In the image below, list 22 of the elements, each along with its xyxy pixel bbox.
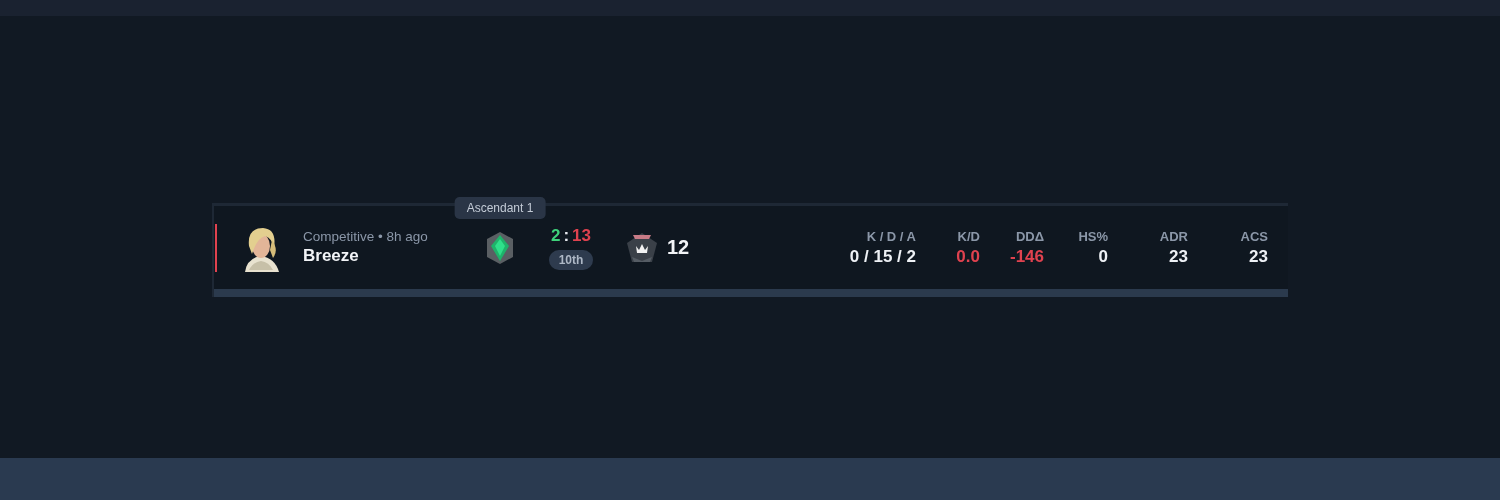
stat-label: HS% (1078, 228, 1108, 244)
stat-value: 23 (1169, 246, 1188, 267)
account-level: 12 (667, 236, 690, 259)
stat-label: ADR (1159, 228, 1188, 244)
stat-value: 23 (1249, 246, 1268, 267)
map-name: Breeze (303, 246, 360, 266)
stat-value: 0 (1098, 246, 1108, 267)
score-separator: : (563, 225, 570, 246)
enemy-score: 13 (572, 225, 592, 246)
match-mode-time: Competitive • 8h ago (303, 229, 429, 244)
stat-value: 0 / 15 / 2 (849, 246, 916, 267)
crown-pentagon-icon (625, 230, 659, 265)
stat-label: K / D / A (866, 228, 916, 244)
rank-gem-icon (485, 230, 515, 265)
placement-badge: 10th (548, 249, 594, 270)
stat-label: ACS (1240, 228, 1268, 244)
rank-tooltip: Ascendant 1 (454, 196, 546, 219)
stat-value: 0.0 (956, 246, 980, 267)
stat-value: -146 (1009, 246, 1044, 267)
stat-label: K/D (957, 228, 980, 244)
team-score: 2 (550, 225, 561, 246)
stat-label: DDΔ (1015, 228, 1044, 244)
